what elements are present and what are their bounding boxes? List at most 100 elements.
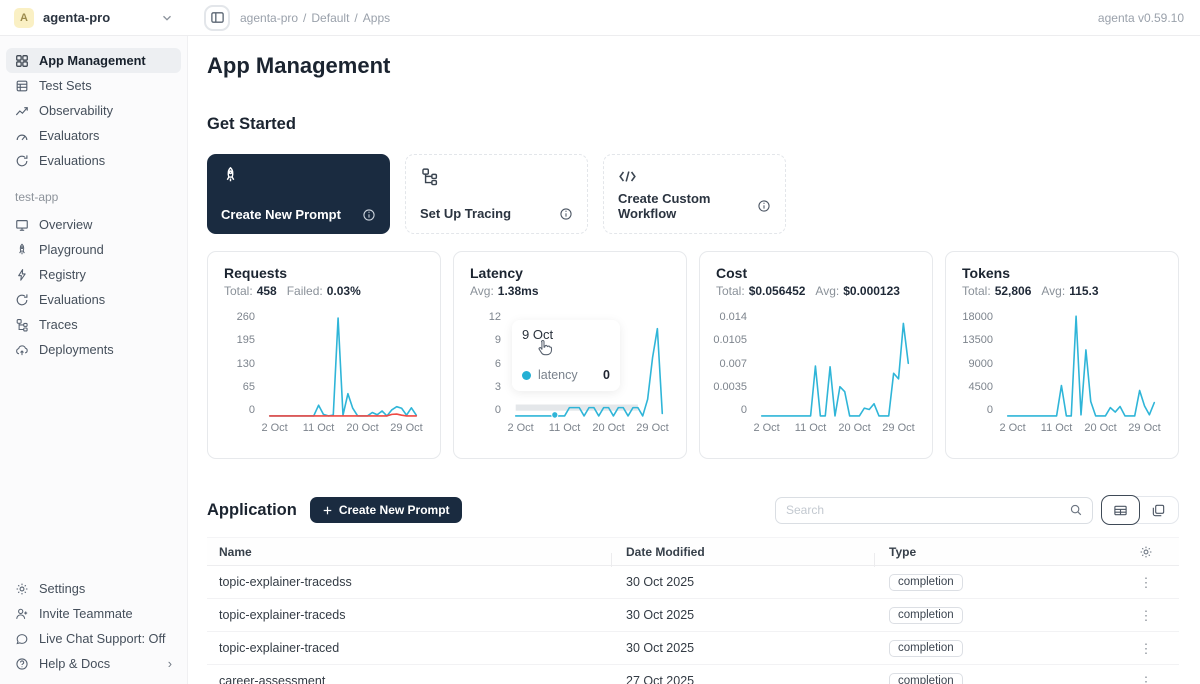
sidebar-item-evaluators[interactable]: Evaluators bbox=[6, 123, 181, 148]
tokens-line-chart bbox=[1000, 310, 1162, 418]
chart-title: Tokens bbox=[962, 265, 1162, 281]
chart-stats: Total:$0.056452Avg:$0.000123 bbox=[716, 284, 916, 298]
person-plus-icon bbox=[15, 607, 29, 621]
code-icon bbox=[618, 167, 771, 189]
tooltip-series-label: latency bbox=[538, 368, 578, 382]
sidebar-item-registry[interactable]: Registry bbox=[6, 262, 181, 287]
chart-stats: Total:52,806Avg:115.3 bbox=[962, 284, 1162, 298]
sidebar-item-playground[interactable]: Playground bbox=[6, 237, 181, 262]
sidebar-item-evaluations[interactable]: Evaluations bbox=[6, 148, 181, 173]
card-label: Create New Prompt bbox=[221, 207, 341, 222]
sidebar-item-traces[interactable]: Traces bbox=[6, 312, 181, 337]
app-name: topic-explainer-traced bbox=[207, 641, 612, 655]
requests-chart-card: Requests Total:458Failed:0.03% 260195130… bbox=[207, 251, 441, 459]
onboarding-cards: Create New Prompt Set Up Tracing bbox=[207, 154, 1179, 234]
app-type-badge: completion bbox=[889, 607, 963, 624]
sidebar-item-app-management[interactable]: App Management bbox=[6, 48, 181, 73]
card-view-button[interactable] bbox=[1139, 496, 1178, 524]
sidebar-item-label: Deployments bbox=[39, 342, 114, 357]
y-axis-ticks: 1800013500900045000 bbox=[962, 310, 1000, 416]
table-row[interactable]: topic-explainer-traced 30 Oct 2025 compl… bbox=[207, 632, 1179, 665]
cloud-icon bbox=[15, 343, 29, 357]
column-settings-gear-icon[interactable] bbox=[1139, 545, 1153, 559]
topbar: A agenta-pro agenta-pro / Default / Apps… bbox=[0, 0, 1200, 36]
sidebar-item-app-evaluations[interactable]: Evaluations bbox=[6, 287, 181, 312]
breadcrumb-separator: / bbox=[354, 11, 357, 25]
chart-tooltip: 9 Oct latency 0 bbox=[512, 320, 620, 391]
chat-icon bbox=[15, 632, 29, 646]
row-menu-button[interactable]: ⋮ bbox=[1140, 576, 1153, 589]
app-date-modified: 30 Oct 2025 bbox=[612, 608, 875, 622]
column-header-date-modified[interactable]: Date Modified bbox=[612, 545, 875, 559]
panel-left-icon bbox=[210, 10, 225, 25]
breadcrumb-item[interactable]: agenta-pro bbox=[240, 11, 298, 25]
breadcrumb-item[interactable]: Apps bbox=[363, 11, 390, 25]
latency-chart-card: Latency Avg:1.38ms 129630 2 Oct11 Oct20 … bbox=[453, 251, 687, 459]
info-icon[interactable] bbox=[757, 199, 771, 213]
app-name: topic-explainer-tracedss bbox=[207, 575, 612, 589]
info-icon[interactable] bbox=[362, 208, 376, 222]
set-up-tracing-card[interactable]: Set Up Tracing bbox=[405, 154, 588, 234]
sidebar-group-label: test-app bbox=[15, 190, 181, 204]
sidebar-item-test-sets[interactable]: Test Sets bbox=[6, 73, 181, 98]
breadcrumb[interactable]: agenta-pro / Default / Apps bbox=[240, 11, 390, 25]
sidebar-toggle-button[interactable] bbox=[204, 5, 230, 31]
rocket-icon bbox=[221, 166, 376, 188]
applications-table: Name Date Modified Type topic-explainer-… bbox=[207, 537, 1179, 684]
sidebar-item-label: Help & Docs bbox=[39, 656, 110, 671]
app-name: topic-explainer-traceds bbox=[207, 608, 612, 622]
sidebar-item-overview[interactable]: Overview bbox=[6, 212, 181, 237]
app-date-modified: 30 Oct 2025 bbox=[612, 641, 875, 655]
lightning-icon bbox=[15, 268, 29, 282]
app-date-modified: 30 Oct 2025 bbox=[612, 575, 875, 589]
sidebar-item-live-chat-support[interactable]: Live Chat Support: Off bbox=[6, 626, 181, 651]
chart-stats: Total:458Failed:0.03% bbox=[224, 284, 424, 298]
sidebar-item-help-docs[interactable]: Help & Docs › bbox=[6, 651, 181, 676]
gauge-icon bbox=[15, 129, 29, 143]
column-header-type[interactable]: Type bbox=[875, 545, 1113, 559]
tooltip-value: 0 bbox=[603, 368, 610, 382]
table-row[interactable]: topic-explainer-tracedss 30 Oct 2025 com… bbox=[207, 566, 1179, 599]
row-menu-button[interactable]: ⋮ bbox=[1140, 675, 1153, 684]
table-view-button[interactable] bbox=[1101, 495, 1140, 525]
sidebar-item-invite-teammate[interactable]: Invite Teammate bbox=[6, 601, 181, 626]
tree-icon bbox=[420, 167, 573, 189]
workspace-avatar: A bbox=[14, 8, 34, 28]
chart-stats: Avg:1.38ms bbox=[470, 284, 670, 298]
grid-icon bbox=[15, 54, 29, 68]
application-title: Application bbox=[207, 501, 297, 520]
sidebar-item-deployments[interactable]: Deployments bbox=[6, 337, 181, 362]
search-input[interactable] bbox=[786, 503, 1069, 517]
chevron-down-icon bbox=[160, 11, 174, 25]
sidebar-item-label: Playground bbox=[39, 242, 104, 257]
table-view-icon bbox=[1113, 503, 1128, 518]
sidebar: App Management Test Sets Observability E… bbox=[0, 36, 188, 684]
question-icon bbox=[15, 657, 29, 671]
x-axis-ticks: 2 Oct11 Oct20 Oct29 Oct bbox=[262, 422, 424, 436]
row-menu-button[interactable]: ⋮ bbox=[1140, 642, 1153, 655]
get-started-title: Get Started bbox=[207, 115, 1179, 134]
row-menu-button[interactable]: ⋮ bbox=[1140, 609, 1153, 622]
create-new-prompt-button[interactable]: Create New Prompt bbox=[310, 497, 462, 523]
search-icon[interactable] bbox=[1069, 503, 1083, 517]
metrics-charts: Requests Total:458Failed:0.03% 260195130… bbox=[207, 251, 1179, 459]
cycle-icon bbox=[15, 154, 29, 168]
requests-line-chart bbox=[262, 310, 424, 418]
table-row[interactable]: topic-explainer-traceds 30 Oct 2025 comp… bbox=[207, 599, 1179, 632]
info-icon[interactable] bbox=[559, 207, 573, 221]
card-label: Set Up Tracing bbox=[420, 206, 511, 221]
workspace-selector[interactable]: A agenta-pro bbox=[14, 8, 174, 28]
sidebar-item-settings[interactable]: Settings bbox=[6, 576, 181, 601]
sidebar-item-label: Evaluations bbox=[39, 153, 105, 168]
app-type-badge: completion bbox=[889, 574, 963, 591]
chevron-right-icon: › bbox=[168, 656, 172, 671]
breadcrumb-item[interactable]: Default bbox=[311, 11, 349, 25]
create-custom-workflow-card[interactable]: Create Custom Workflow bbox=[603, 154, 786, 234]
column-header-name[interactable]: Name bbox=[207, 545, 612, 559]
table-row[interactable]: career-assessment 27 Oct 2025 completion… bbox=[207, 665, 1179, 684]
create-new-prompt-card[interactable]: Create New Prompt bbox=[207, 154, 390, 234]
x-axis-ticks: 2 Oct11 Oct20 Oct29 Oct bbox=[754, 422, 916, 436]
sidebar-item-observability[interactable]: Observability bbox=[6, 98, 181, 123]
rocket-icon bbox=[15, 243, 29, 257]
series-dot bbox=[522, 371, 531, 380]
